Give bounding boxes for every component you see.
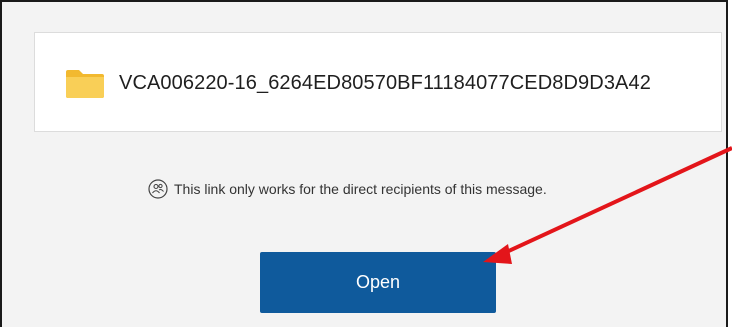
recipient-notice: This link only works for the direct reci… (148, 179, 547, 199)
open-button[interactable]: Open (260, 252, 496, 313)
people-circle-icon (148, 179, 168, 199)
shared-file-card[interactable]: VCA006220-16_6264ED80570BF11184077CED8D9… (34, 32, 722, 132)
message-frame: VCA006220-16_6264ED80570BF11184077CED8D9… (0, 0, 728, 327)
folder-icon (66, 70, 104, 98)
file-name[interactable]: VCA006220-16_6264ED80570BF11184077CED8D9… (119, 72, 651, 95)
notice-text: This link only works for the direct reci… (174, 181, 547, 197)
